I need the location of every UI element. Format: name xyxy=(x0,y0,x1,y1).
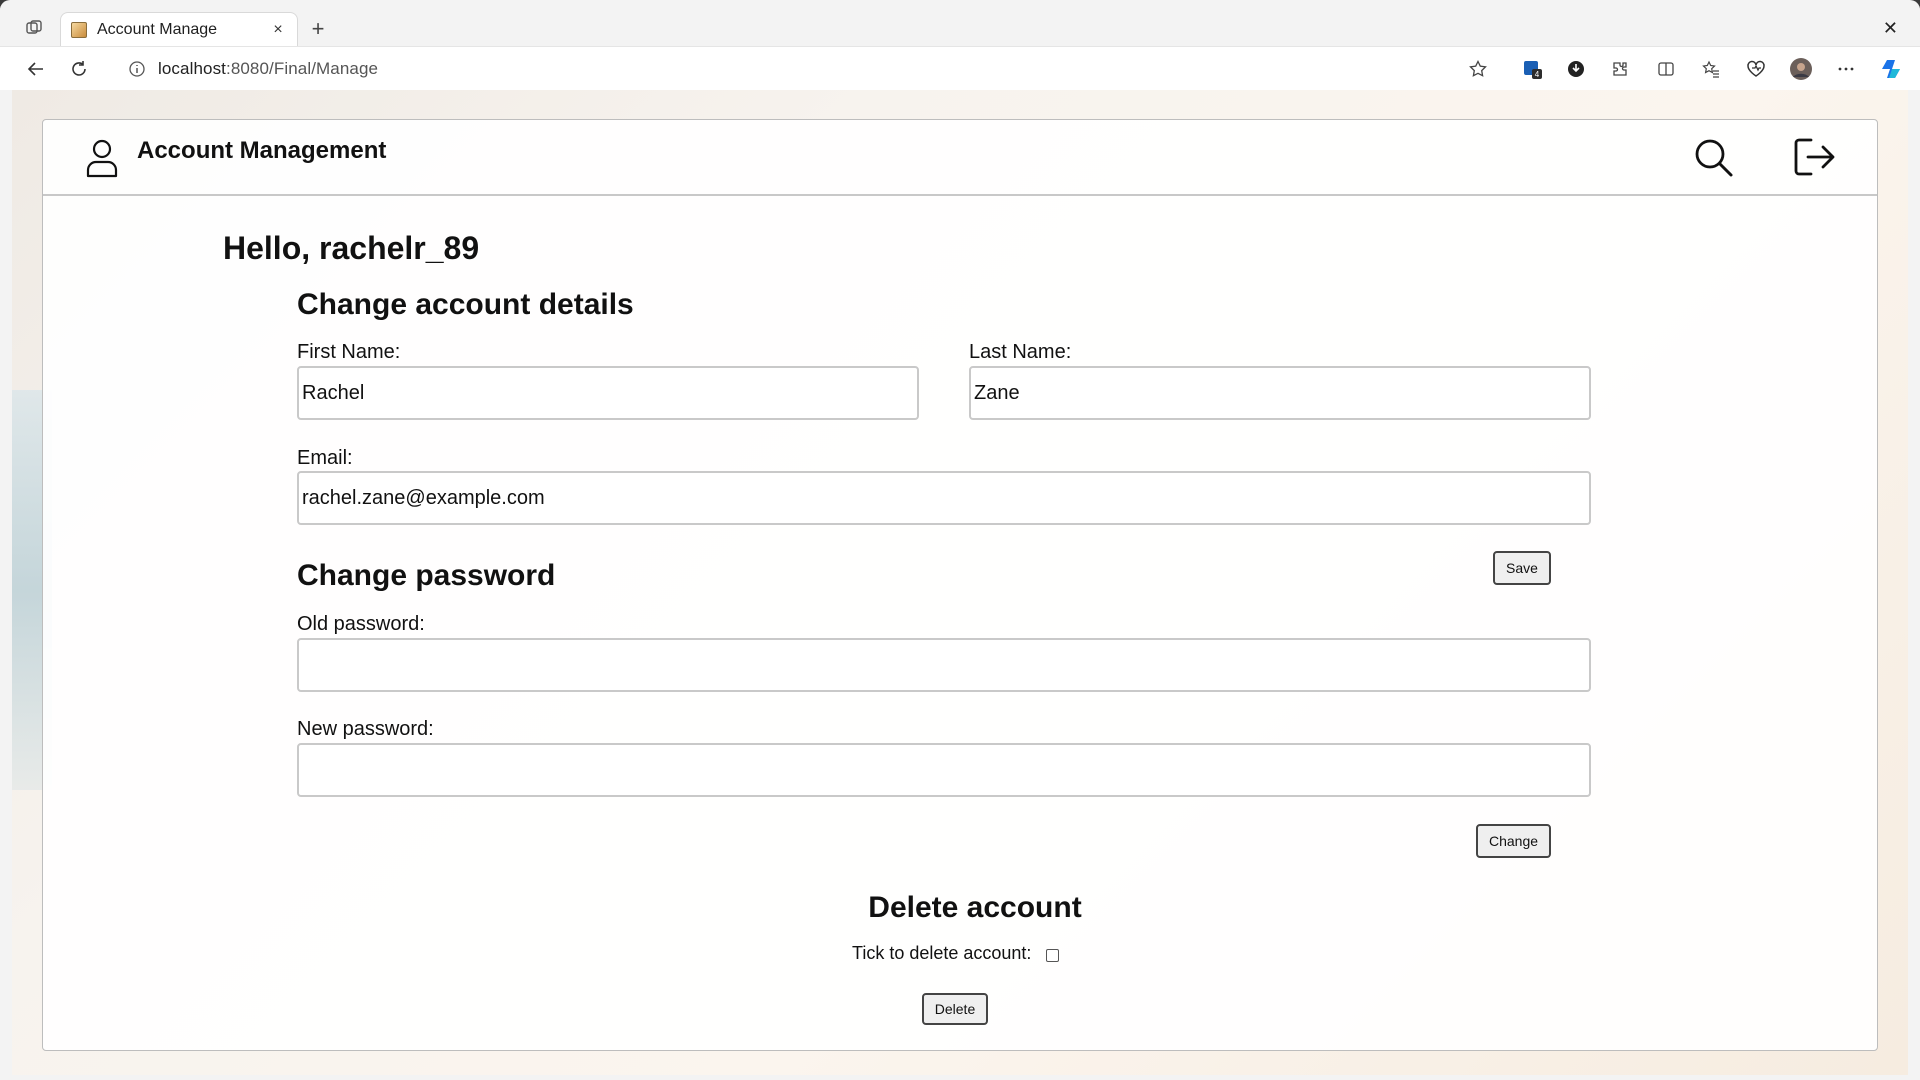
browser-window: Account Manage × + ✕ localhost:8080/Fina… xyxy=(0,0,1920,1080)
user-icon xyxy=(86,139,118,178)
old-password-label: Old password: xyxy=(297,613,425,635)
favorite-star-icon[interactable] xyxy=(1466,57,1490,81)
workspaces-icon[interactable] xyxy=(20,16,48,40)
change-password-button[interactable]: Change xyxy=(1476,824,1551,858)
download-icon[interactable] xyxy=(1564,57,1588,81)
split-screen-icon[interactable] xyxy=(1654,57,1678,81)
new-password-field[interactable] xyxy=(297,743,1591,797)
more-menu-icon[interactable] xyxy=(1834,57,1858,81)
tab-title: Account Manage xyxy=(97,20,218,38)
new-password-label: New password: xyxy=(297,718,434,740)
active-tab[interactable]: Account Manage × xyxy=(60,12,298,46)
browser-essentials-icon[interactable] xyxy=(1744,57,1768,81)
profile-avatar[interactable] xyxy=(1789,57,1813,81)
page-viewport: Account Management Hello, rachelr_89 Cha… xyxy=(12,90,1908,1075)
back-icon[interactable] xyxy=(24,57,48,81)
window-close-button[interactable]: ✕ xyxy=(1883,18,1898,39)
last-name-label: Last Name: xyxy=(969,341,1072,363)
url-text: localhost:8080/Final/Manage xyxy=(158,59,379,78)
email-label: Email: xyxy=(297,447,353,469)
save-button[interactable]: Save xyxy=(1493,551,1551,585)
logout-icon[interactable] xyxy=(1793,137,1835,177)
delete-account-heading: Delete account xyxy=(868,891,1082,924)
favorites-icon[interactable] xyxy=(1699,57,1723,81)
account-details-heading: Change account details xyxy=(297,288,634,321)
extension-badge-icon[interactable]: 4 xyxy=(1520,57,1544,81)
page-header: Account Management xyxy=(43,120,1877,196)
new-tab-button[interactable]: + xyxy=(306,18,330,42)
reload-icon[interactable] xyxy=(67,57,91,81)
first-name-field[interactable] xyxy=(297,366,919,420)
first-name-label: First Name: xyxy=(297,341,401,363)
tab-close-icon[interactable]: × xyxy=(269,21,287,39)
last-name-field[interactable] xyxy=(969,366,1591,420)
change-password-heading: Change password xyxy=(297,559,556,592)
site-info-icon[interactable] xyxy=(128,60,146,78)
tab-favicon-icon xyxy=(71,21,87,38)
copilot-icon[interactable] xyxy=(1879,57,1903,81)
page-title: Account Management xyxy=(137,137,387,164)
delete-confirm-checkbox[interactable] xyxy=(1046,949,1059,962)
address-bar[interactable]: localhost:8080/Final/Manage xyxy=(110,52,1510,86)
svg-text:4: 4 xyxy=(1535,70,1540,79)
delete-button[interactable]: Delete xyxy=(922,993,988,1025)
email-field[interactable] xyxy=(297,471,1591,525)
tab-strip: Account Manage × + ✕ xyxy=(0,6,1920,46)
old-password-field[interactable] xyxy=(297,638,1591,692)
browser-toolbar: localhost:8080/Final/Manage 4 xyxy=(0,46,1920,90)
delete-confirm-label: Tick to delete account: xyxy=(852,943,1032,963)
account-card: Account Management Hello, rachelr_89 Cha… xyxy=(42,119,1878,1051)
greeting-heading: Hello, rachelr_89 xyxy=(223,230,480,266)
extensions-puzzle-icon[interactable] xyxy=(1608,57,1632,81)
search-icon[interactable] xyxy=(1694,138,1734,178)
